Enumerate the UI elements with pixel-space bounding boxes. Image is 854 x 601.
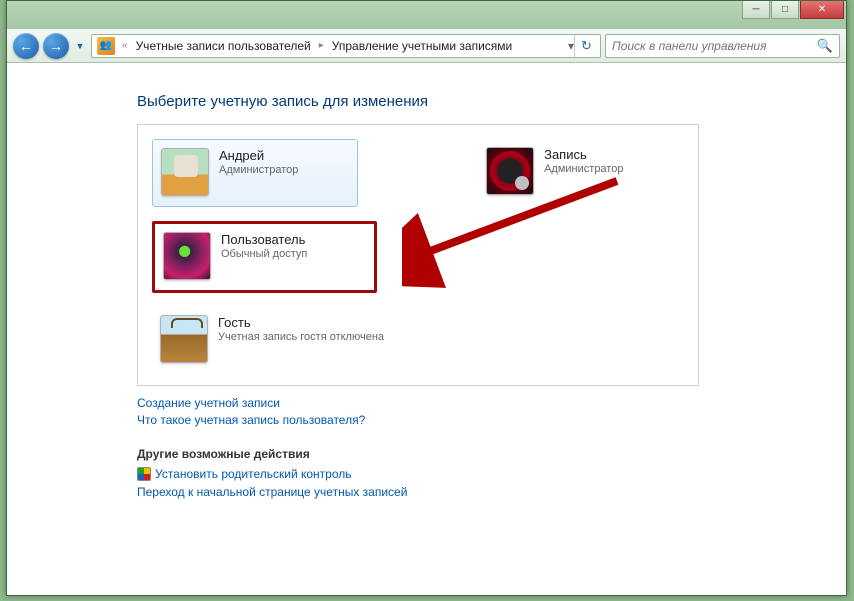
account-polzovatel[interactable]: Пользователь Обычный доступ: [152, 221, 377, 293]
breadcrumb: « Учетные записи пользователей ▸ Управле…: [118, 36, 516, 56]
maximize-button[interactable]: □: [771, 1, 799, 19]
link-parental-control[interactable]: Установить родительский контроль: [155, 467, 352, 481]
avatar-guest: [160, 315, 208, 363]
titlebar: ─ □ ✕: [7, 1, 846, 29]
minimize-button[interactable]: ─: [742, 1, 770, 19]
account-name: Гость: [218, 315, 384, 330]
chevron-down-icon: ▼: [76, 41, 85, 51]
account-role: Администратор: [544, 163, 623, 175]
address-bar[interactable]: 👥 « Учетные записи пользователей ▸ Управ…: [91, 34, 601, 58]
account-name: Пользователь: [221, 232, 307, 247]
account-row-1: Андрей Администратор Запись Администрато…: [152, 139, 684, 207]
arrow-right-icon: →: [49, 38, 63, 54]
back-button[interactable]: ←: [13, 33, 39, 59]
search-input[interactable]: [612, 39, 817, 53]
users-icon: 👥: [97, 37, 115, 55]
account-name: Андрей: [219, 148, 298, 163]
account-links: Создание учетной записи Что такое учетна…: [137, 396, 699, 427]
account-guest[interactable]: Гость Учетная запись гостя отключена: [152, 307, 684, 373]
other-links: Установить родительский контроль Переход…: [137, 467, 699, 499]
breadcrumb-seg-accounts[interactable]: Учетные записи пользователей: [132, 36, 315, 56]
link-what-is-account[interactable]: Что такое учетная запись пользователя?: [137, 413, 365, 427]
search-box[interactable]: 🔍: [605, 34, 840, 58]
other-actions: Другие возможные действия Установить род…: [137, 447, 699, 499]
refresh-button[interactable]: ↻: [574, 35, 598, 57]
link-goto-accounts-start[interactable]: Переход к начальной странице учетных зап…: [137, 485, 407, 499]
control-panel-window: ─ □ ✕ ← → ▼ 👥 « Учетные записи пользоват…: [6, 0, 847, 596]
search-icon: 🔍: [817, 38, 833, 54]
avatar-zapis: [486, 147, 534, 195]
account-row-3: Гость Учетная запись гостя отключена: [152, 307, 684, 373]
accounts-panel: Андрей Администратор Запись Администрато…: [137, 124, 699, 386]
maximize-icon: □: [782, 4, 788, 15]
close-icon: ✕: [818, 4, 826, 15]
page-title: Выберите учетную запись для изменения: [137, 93, 846, 110]
avatar-andrey: [161, 148, 209, 196]
account-row-2: Пользователь Обычный доступ: [152, 221, 684, 293]
arrow-left-icon: ←: [19, 38, 33, 54]
account-text: Пользователь Обычный доступ: [221, 232, 307, 280]
account-text: Гость Учетная запись гостя отключена: [218, 315, 384, 363]
window-controls: ─ □ ✕: [742, 1, 844, 19]
minimize-icon: ─: [752, 4, 759, 15]
breadcrumb-seg-manage[interactable]: Управление учетными записями: [328, 36, 516, 56]
account-name: Запись: [544, 147, 623, 162]
account-text: Запись Администратор: [544, 147, 623, 197]
link-create-account[interactable]: Создание учетной записи: [137, 396, 280, 410]
account-andrey[interactable]: Андрей Администратор: [152, 139, 358, 207]
close-button[interactable]: ✕: [800, 1, 844, 19]
breadcrumb-prefix: «: [118, 40, 132, 51]
account-role: Администратор: [219, 164, 298, 176]
other-actions-heading: Другие возможные действия: [137, 447, 699, 461]
account-zapis[interactable]: Запись Администратор: [478, 139, 684, 207]
navigation-toolbar: ← → ▼ 👥 « Учетные записи пользователей ▸…: [7, 29, 846, 63]
avatar-polzovatel: [163, 232, 211, 280]
forward-button[interactable]: →: [43, 33, 69, 59]
history-dropdown[interactable]: ▼: [73, 41, 87, 51]
account-role: Учетная запись гостя отключена: [218, 331, 384, 343]
content-area: Выберите учетную запись для изменения Ан…: [7, 63, 846, 499]
account-text: Андрей Администратор: [219, 148, 298, 196]
chevron-right-icon: ▸: [315, 40, 328, 51]
account-role: Обычный доступ: [221, 248, 307, 260]
shield-icon: [137, 467, 151, 481]
refresh-icon: ↻: [581, 38, 592, 54]
